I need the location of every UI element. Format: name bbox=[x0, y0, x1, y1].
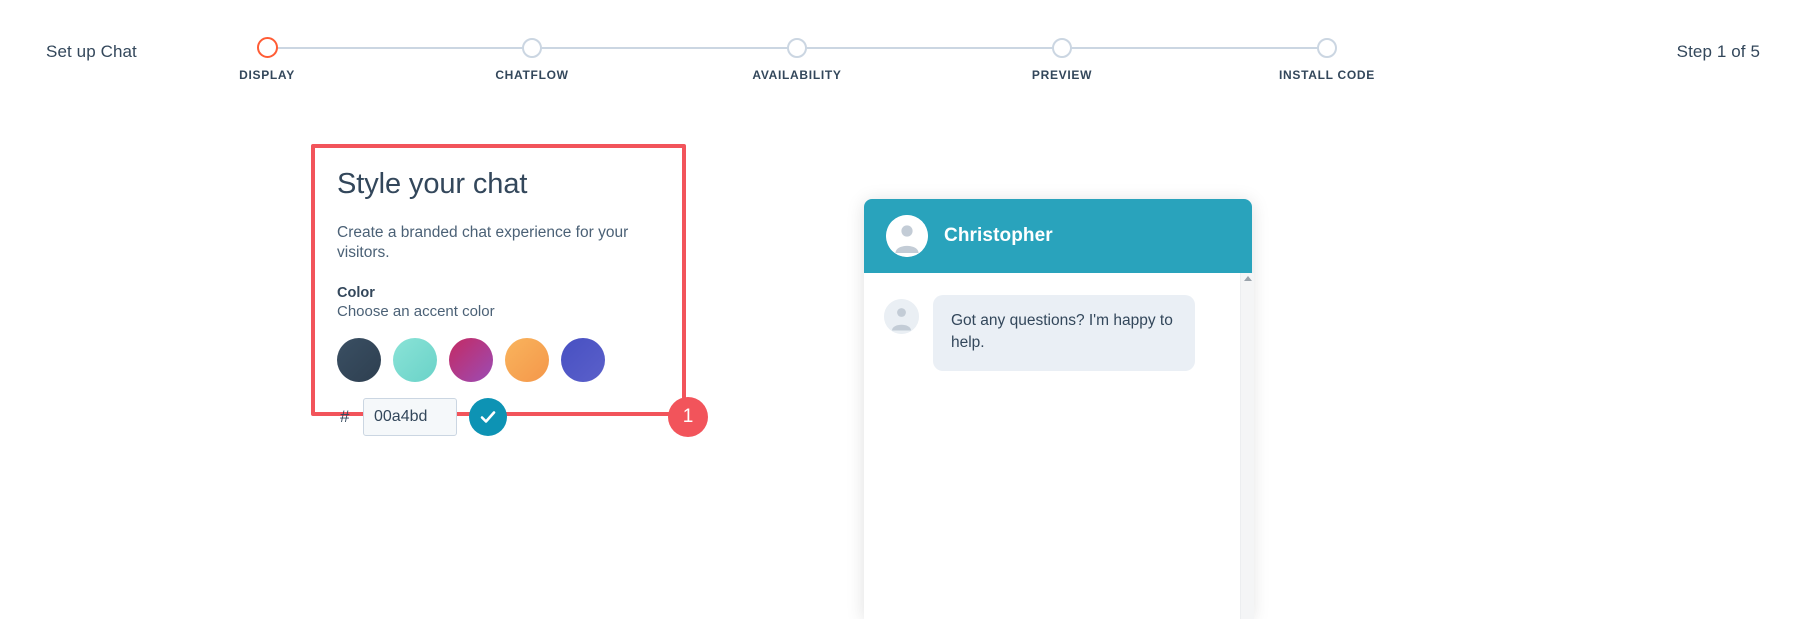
person-avatar-icon bbox=[886, 215, 928, 257]
annotation-badge-1: 1 bbox=[668, 397, 708, 437]
check-icon bbox=[480, 410, 496, 423]
stepper-label-display: DISPLAY bbox=[239, 68, 295, 82]
step-counter: Step 1 of 5 bbox=[1676, 42, 1760, 61]
color-swatch-list bbox=[337, 337, 660, 382]
agent-avatar bbox=[886, 215, 928, 257]
chat-widget-header: Christopher bbox=[864, 199, 1252, 273]
stepper-label-availability: AVAILABILITY bbox=[752, 68, 842, 82]
color-swatch-magenta[interactable] bbox=[449, 337, 493, 382]
agent-name: Christopher bbox=[944, 225, 1053, 246]
stepper-step-display[interactable]: DISPLAY bbox=[167, 30, 367, 82]
color-field-label: Color bbox=[337, 284, 375, 301]
card-title: Style your chat bbox=[337, 168, 528, 200]
setup-header-bar: Set up Chat Step 1 of 5 DISPLAY CHATFLOW… bbox=[0, 0, 1800, 105]
stepper-dot-icon bbox=[1052, 38, 1072, 58]
hex-color-row: # bbox=[337, 397, 660, 436]
confirm-color-button[interactable] bbox=[469, 397, 507, 436]
hex-color-input[interactable] bbox=[363, 397, 457, 436]
color-field-hint: Choose an accent color bbox=[337, 302, 495, 320]
scroll-up-arrow-icon[interactable] bbox=[1243, 276, 1252, 281]
person-avatar-icon bbox=[884, 299, 919, 334]
color-swatch-dark-navy[interactable] bbox=[337, 337, 381, 382]
stepper-dot-icon bbox=[787, 38, 807, 58]
stepper-label-chatflow: CHATFLOW bbox=[495, 68, 569, 82]
progress-stepper: DISPLAY CHATFLOW AVAILABILITY PREVIEW IN… bbox=[239, 30, 1374, 90]
chat-preview-widget: Christopher Got any questions? I'm happy… bbox=[864, 199, 1252, 619]
stepper-step-install-code[interactable]: INSTALL CODE bbox=[1227, 30, 1427, 82]
style-your-chat-card-wrapper: Style your chat Create a branded chat ex… bbox=[311, 144, 708, 437]
page-title: Set up Chat bbox=[46, 42, 137, 61]
color-swatch-indigo[interactable] bbox=[561, 337, 605, 382]
stepper-dot-active-icon bbox=[256, 37, 278, 58]
stepper-label-install-code: INSTALL CODE bbox=[1279, 68, 1375, 82]
stepper-label-preview: PREVIEW bbox=[1031, 68, 1093, 82]
color-swatch-teal[interactable] bbox=[393, 337, 437, 382]
stepper-step-availability[interactable]: AVAILABILITY bbox=[697, 30, 897, 82]
chat-preview-scrollbar[interactable] bbox=[1240, 273, 1254, 619]
stepper-dot-icon bbox=[1317, 38, 1337, 58]
style-your-chat-card: Style your chat Create a branded chat ex… bbox=[311, 144, 686, 436]
chat-message-bubble: Got any questions? I'm happy to help. bbox=[933, 295, 1195, 371]
card-subtitle: Create a branded chat experience for you… bbox=[337, 224, 629, 262]
hash-symbol: # bbox=[340, 406, 350, 426]
message-avatar bbox=[884, 299, 919, 334]
stepper-dot-icon bbox=[522, 38, 542, 58]
chat-message-list: Got any questions? I'm happy to help. bbox=[864, 273, 1252, 371]
color-swatch-orange[interactable] bbox=[505, 337, 549, 382]
stepper-step-chatflow[interactable]: CHATFLOW bbox=[432, 30, 632, 82]
stepper-step-preview[interactable]: PREVIEW bbox=[962, 30, 1162, 82]
